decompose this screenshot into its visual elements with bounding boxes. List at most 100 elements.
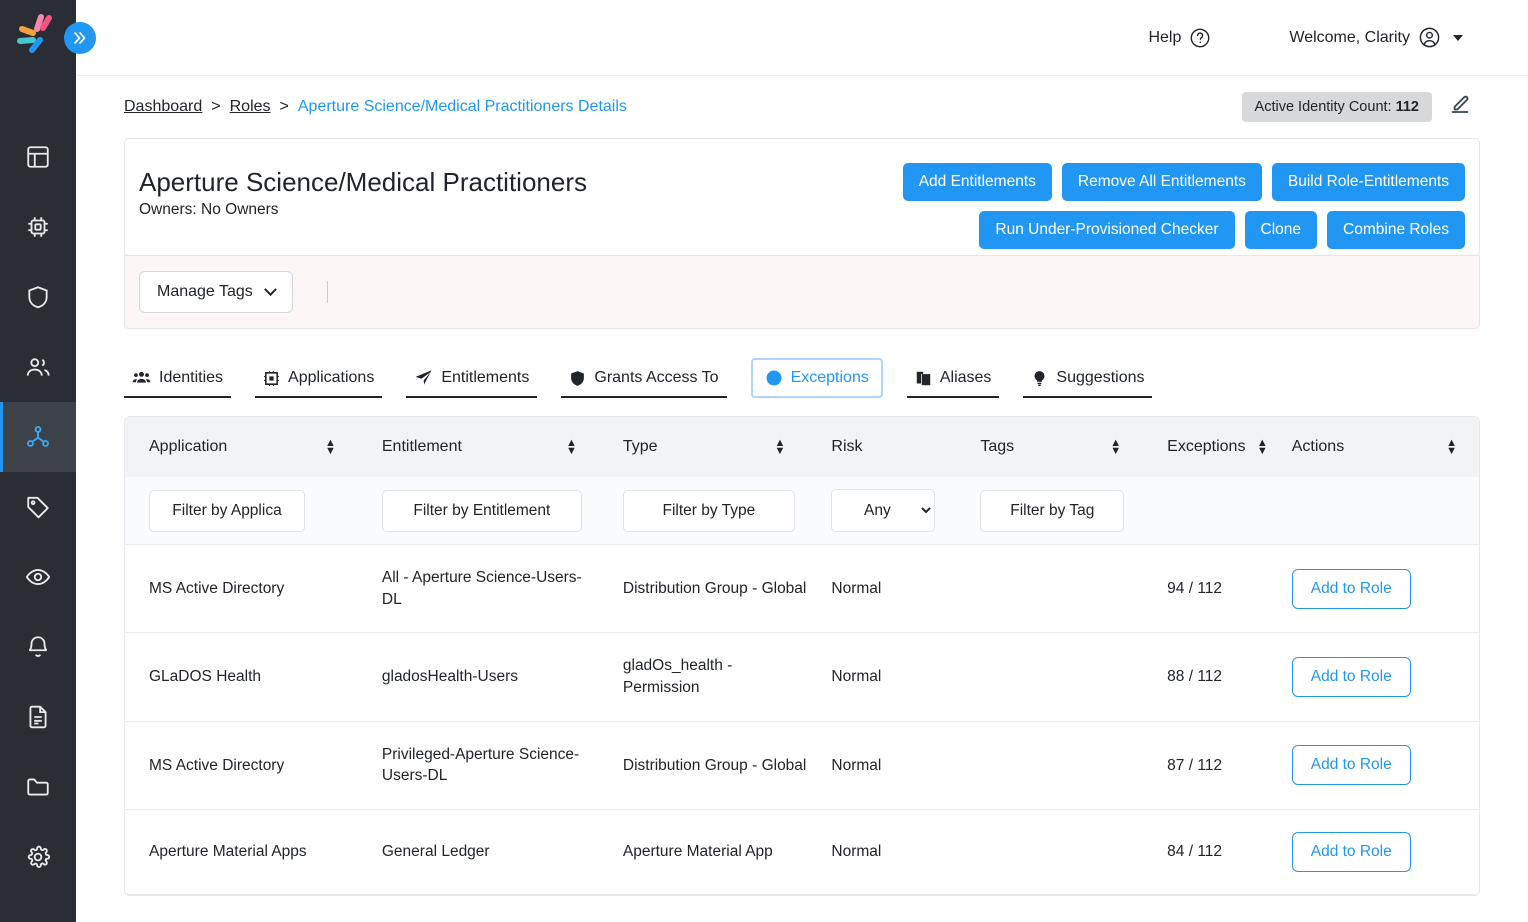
cell-risk: Normal (807, 632, 957, 722)
question-circle-icon (1190, 28, 1210, 47)
tab-label: Entitlements (441, 368, 530, 386)
sidebar-item-tags[interactable] (0, 472, 76, 542)
sidebar-item-visibility[interactable] (0, 542, 76, 612)
active-identity-count-value: 112 (1395, 99, 1419, 115)
gear-icon (27, 845, 51, 868)
breadcrumb-item-roles[interactable]: Roles (230, 98, 271, 116)
sort-icon[interactable]: ▲ ▼ (775, 438, 786, 457)
chevron-down-icon (263, 282, 277, 296)
filter-application-input[interactable] (149, 489, 305, 532)
layout-dashboard-icon (27, 146, 49, 168)
role-actions: Add Entitlements Remove All Entitlements… (845, 163, 1465, 249)
add-to-role-button[interactable]: Add to Role (1291, 832, 1411, 873)
sort-icon[interactable]: ▲ ▼ (566, 438, 577, 457)
tab-entitlements[interactable]: Entitlements (406, 359, 538, 398)
table-row[interactable]: GLaDOS Health gladosHealth-Users gladOs_… (125, 632, 1479, 722)
breadcrumb-item-current[interactable]: Aperture Science/Medical Practitioners D… (298, 98, 627, 116)
column-header-actions[interactable]: Actions ▲ ▼ (1267, 417, 1479, 477)
build-role-entitlements-button[interactable]: Build Role-Entitlements (1271, 163, 1465, 201)
add-entitlements-button[interactable]: Add Entitlements (902, 163, 1052, 201)
column-header-exceptions[interactable]: Exceptions ▲ ▼ (1143, 417, 1268, 477)
sidebar-nav (0, 122, 76, 892)
edit-role-button[interactable] (1448, 93, 1472, 122)
sidebar-item-reports[interactable] (0, 682, 76, 752)
tab-label: Identities (159, 368, 224, 386)
cell-application: MS Active Directory (125, 544, 358, 634)
remove-all-entitlements-button[interactable]: Remove All Entitlements (1061, 163, 1262, 201)
cell-exceptions: 88 / 112 (1143, 632, 1268, 722)
column-header-application[interactable]: Application ▲ ▼ (125, 417, 358, 477)
sidebar-item-files[interactable] (0, 752, 76, 822)
cell-application: MS Active Directory (125, 721, 358, 811)
help-button[interactable]: Help (1148, 27, 1211, 49)
role-header-card: Aperture Science/Medical Practitioners O… (124, 138, 1480, 256)
column-label: Tags (980, 438, 1015, 455)
cpu-chip-icon (264, 370, 279, 386)
sidebar-collapse-button[interactable] (64, 22, 96, 54)
breadcrumb-separator: > (279, 98, 289, 115)
sort-icon[interactable]: ▲ ▼ (1257, 438, 1268, 457)
sidebar-item-security[interactable] (0, 262, 76, 332)
pencil-edit-icon (1451, 95, 1469, 113)
sort-icon[interactable]: ▲ ▼ (325, 438, 336, 457)
table-header-row: Application ▲ ▼ Entitlement ▲ ▼ Type ▲ ▼… (125, 417, 1479, 477)
breadcrumb-item-dashboard[interactable]: Dashboard (124, 98, 202, 116)
user-menu-button[interactable]: Welcome, Clarity (1289, 26, 1463, 49)
filter-entitlement-input[interactable] (381, 489, 582, 532)
clone-button[interactable]: Clone (1244, 211, 1318, 249)
add-to-role-button[interactable]: Add to Role (1291, 745, 1411, 786)
tag-icon (27, 496, 49, 519)
filter-risk-select[interactable]: Any (831, 489, 936, 532)
sort-icon[interactable]: ▲ ▼ (1110, 438, 1121, 457)
tab-applications[interactable]: Applications (255, 360, 383, 398)
cell-risk: Normal (807, 544, 957, 634)
tab-label: Applications (288, 369, 375, 386)
cell-actions: Add to Role (1267, 809, 1479, 896)
filter-tag-input[interactable] (980, 489, 1125, 532)
tab-grants-access-to[interactable]: Grants Access To (561, 360, 727, 398)
chevron-down-icon (1453, 34, 1463, 41)
help-label: Help (1148, 28, 1182, 46)
tab-identities[interactable]: Identities (124, 359, 232, 398)
exceptions-table: Application ▲ ▼ Entitlement ▲ ▼ Type ▲ ▼… (124, 416, 1480, 897)
shield-icon (28, 286, 48, 309)
column-header-type[interactable]: Type ▲ ▼ (598, 417, 808, 477)
combine-roles-button[interactable]: Combine Roles (1327, 211, 1465, 249)
cell-type: Distribution Group - Global (598, 721, 808, 811)
divider (326, 281, 328, 303)
add-to-role-button[interactable]: Add to Role (1291, 657, 1411, 698)
tab-aliases[interactable]: Aliases (906, 360, 1000, 398)
column-header-tags[interactable]: Tags ▲ ▼ (956, 417, 1144, 477)
column-header-entitlement[interactable]: Entitlement ▲ ▼ (357, 417, 599, 477)
table-row[interactable]: MS Active Directory All - Aperture Scien… (125, 544, 1479, 634)
sidebar-item-notifications[interactable] (0, 612, 76, 682)
table-body: MS Active Directory All - Aperture Scien… (125, 544, 1479, 896)
sidebar-item-applications[interactable] (0, 192, 76, 262)
column-header-risk: Risk (807, 417, 957, 477)
column-label: Application (149, 438, 228, 455)
sidebar-item-roles[interactable] (0, 402, 76, 472)
tab-suggestions[interactable]: Suggestions (1023, 360, 1153, 398)
cell-application: Aperture Material Apps (125, 809, 358, 896)
table-row[interactable]: MS Active Directory Privileged-Aperture … (125, 721, 1479, 811)
run-under-provisioned-checker-button[interactable]: Run Under-Provisioned Checker (979, 211, 1235, 249)
sidebar-item-identities[interactable] (0, 332, 76, 402)
active-identity-count-label: Active Identity Count: (1254, 99, 1392, 115)
sidebar-item-settings[interactable] (0, 822, 76, 892)
add-to-role-button[interactable]: Add to Role (1291, 568, 1411, 609)
sidebar-item-dashboard[interactable] (0, 122, 76, 192)
manage-tags-button[interactable]: Manage Tags (139, 271, 293, 313)
column-label: Exceptions (1167, 438, 1246, 455)
tab-exceptions[interactable]: Exceptions (750, 358, 883, 398)
clarity-logo-icon (17, 14, 52, 53)
status-badge: Active Identity Count: 112 (1241, 92, 1432, 122)
sort-icon[interactable]: ▲ ▼ (1446, 438, 1457, 457)
filter-type-input[interactable] (622, 489, 795, 532)
column-label: Entitlement (381, 438, 462, 455)
main-content: Dashboard > Roles > Aperture Science/Med… (76, 76, 1528, 922)
no-entry-icon (766, 370, 782, 386)
lightbulb-icon (1034, 370, 1045, 386)
table-row[interactable]: Aperture Material Apps General Ledger Ap… (125, 809, 1479, 896)
cell-type: Aperture Material App (598, 809, 808, 896)
cell-exceptions: 87 / 112 (1143, 721, 1268, 811)
